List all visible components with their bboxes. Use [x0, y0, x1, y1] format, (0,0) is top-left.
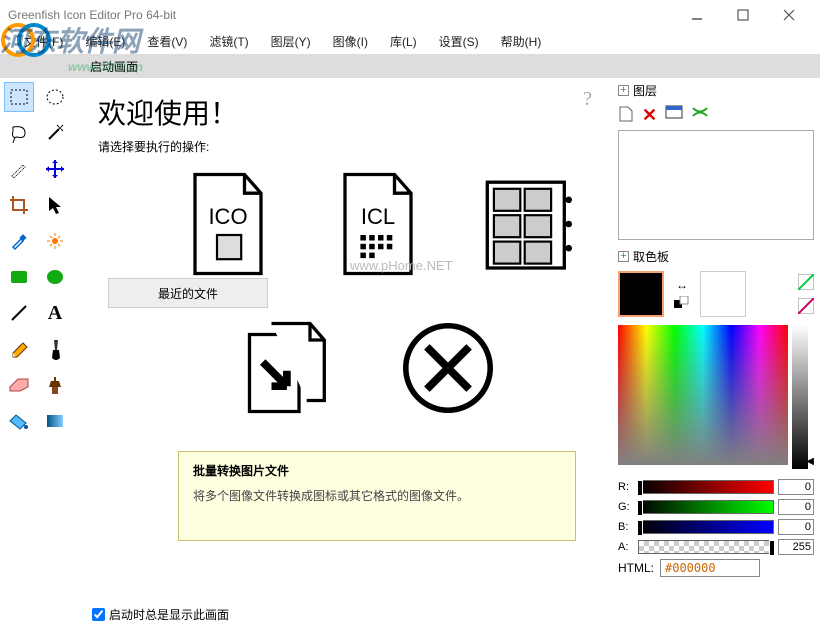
a-slider[interactable]: [638, 540, 774, 554]
info-title: 批量转换图片文件: [193, 462, 561, 479]
action-open-library[interactable]: [478, 169, 578, 282]
tool-ellipse-select[interactable]: [40, 82, 70, 112]
action-batch-convert[interactable]: [238, 318, 338, 431]
tool-crop[interactable]: [4, 190, 34, 220]
svg-text:ICO: ICO: [208, 204, 247, 229]
menu-library[interactable]: 库(L): [386, 31, 421, 52]
swap-colors-icon[interactable]: ↔: [676, 278, 688, 292]
menu-image[interactable]: 图像(I): [329, 31, 372, 52]
html-input[interactable]: [660, 559, 760, 577]
b-label: B:: [618, 521, 634, 533]
color-panel-header[interactable]: + 取色板: [618, 248, 814, 265]
color-spectrum[interactable]: [618, 325, 788, 465]
right-panels: + 图层 ✕ + 取色板 ↔ ◀: [612, 78, 820, 633]
a-input[interactable]: [778, 539, 814, 555]
background-swatch[interactable]: [700, 271, 746, 317]
value-slider[interactable]: ◀: [792, 325, 808, 469]
tool-gradient[interactable]: [40, 406, 70, 436]
action-new-icl[interactable]: ICL: [328, 169, 428, 282]
titlebar: Greenfish Icon Editor Pro 64-bit: [0, 0, 820, 30]
action-close[interactable]: [398, 318, 498, 431]
g-label: G:: [618, 501, 634, 513]
menu-filters[interactable]: 滤镜(T): [205, 31, 252, 52]
expand-icon: +: [618, 85, 629, 96]
r-slider[interactable]: [638, 480, 774, 494]
html-label: HTML:: [618, 561, 654, 575]
tool-wand[interactable]: [40, 118, 70, 148]
invert-swatch-icon[interactable]: [798, 298, 814, 314]
b-input[interactable]: [778, 519, 814, 535]
maximize-button[interactable]: [720, 0, 766, 30]
tool-eraser[interactable]: [4, 370, 34, 400]
tool-brush[interactable]: [40, 334, 70, 364]
tool-pencil-select[interactable]: [4, 154, 34, 184]
g-slider[interactable]: [638, 500, 774, 514]
foreground-swatch[interactable]: [618, 271, 664, 317]
transparent-swatch-icon[interactable]: [798, 274, 814, 290]
menu-view[interactable]: 查看(V): [143, 31, 191, 52]
library-icon: [478, 169, 578, 279]
welcome-panel: ? 欢迎使用！ 请选择要执行的操作: ICO ICL: [78, 78, 606, 633]
action-new-ico[interactable]: ICO: [178, 169, 278, 282]
menu-edit[interactable]: 编辑(E): [81, 31, 129, 52]
window-title: Greenfish Icon Editor Pro 64-bit: [8, 8, 674, 22]
minimize-button[interactable]: [674, 0, 720, 30]
merge-layer-icon[interactable]: [691, 105, 709, 126]
r-input[interactable]: [778, 479, 814, 495]
svg-text:ICL: ICL: [361, 204, 395, 229]
menu-settings[interactable]: 设置(S): [435, 31, 483, 52]
tool-pointer[interactable]: [40, 190, 70, 220]
welcome-title: 欢迎使用！: [98, 92, 586, 132]
layers-panel-header[interactable]: + 图层: [618, 82, 814, 99]
layer-props-icon[interactable]: [665, 105, 683, 126]
tool-line[interactable]: [4, 298, 34, 328]
layer-toolbar: ✕: [618, 103, 814, 128]
info-box: 批量转换图片文件 将多个图像文件转换成图标或其它格式的图像文件。: [178, 451, 576, 541]
tool-clone[interactable]: [40, 370, 70, 400]
menubar: 文件(F) 编辑(E) 查看(V) 滤镜(T) 图层(Y) 图像(I) 库(L)…: [0, 30, 820, 52]
startup-checkbox-input[interactable]: [92, 608, 105, 621]
a-label: A:: [618, 541, 634, 553]
b-slider[interactable]: [638, 520, 774, 534]
startup-checkbox[interactable]: 启动时总是显示此画面: [92, 606, 229, 623]
menu-help[interactable]: 帮助(H): [497, 31, 546, 52]
tool-lasso[interactable]: [4, 118, 34, 148]
default-colors-icon[interactable]: [674, 296, 690, 310]
menu-file[interactable]: 文件(F): [20, 31, 67, 52]
tool-fill[interactable]: [4, 406, 34, 436]
tool-move[interactable]: [40, 154, 70, 184]
welcome-subtitle: 请选择要执行的操作:: [98, 138, 586, 155]
g-input[interactable]: [778, 499, 814, 515]
toolbox: A: [0, 78, 78, 633]
info-desc: 将多个图像文件转换成图标或其它格式的图像文件。: [193, 487, 561, 504]
icl-file-icon: ICL: [328, 169, 428, 279]
help-icon[interactable]: ?: [583, 88, 592, 111]
layer-list[interactable]: [618, 130, 814, 240]
document-tabs: 启动画面: [0, 54, 820, 78]
tool-hotspot[interactable]: [40, 226, 70, 256]
close-circle-icon: [398, 318, 498, 418]
ico-file-icon: ICO: [178, 169, 278, 279]
workspace: ? 欢迎使用！ 请选择要执行的操作: ICO ICL: [78, 78, 612, 633]
close-button[interactable]: [766, 0, 812, 30]
recent-files-button[interactable]: 最近的文件: [108, 278, 268, 308]
tool-pencil[interactable]: [4, 334, 34, 364]
delete-layer-icon[interactable]: ✕: [642, 105, 657, 126]
tool-eyedropper[interactable]: [4, 226, 34, 256]
menu-layers[interactable]: 图层(Y): [267, 31, 315, 52]
tool-rectangle[interactable]: [4, 262, 34, 292]
tool-text[interactable]: A: [40, 298, 70, 328]
batch-convert-icon: [238, 318, 338, 428]
expand-icon: +: [618, 251, 629, 262]
tab-startup[interactable]: 启动画面: [80, 56, 148, 77]
tool-ellipse[interactable]: [40, 262, 70, 292]
tool-rect-select[interactable]: [4, 82, 34, 112]
r-label: R:: [618, 481, 634, 493]
new-layer-icon[interactable]: [618, 105, 634, 126]
